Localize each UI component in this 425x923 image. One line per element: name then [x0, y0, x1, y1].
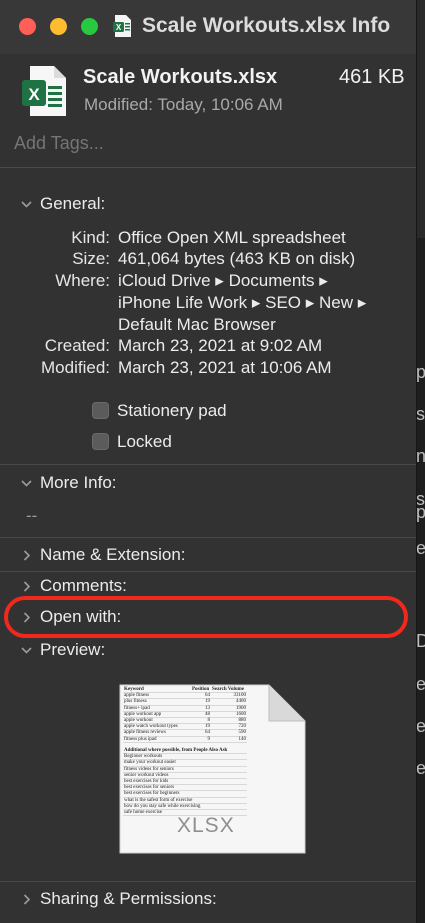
more-info-section-toggle[interactable]: More Info:: [0, 473, 416, 499]
created-row: Created: March 23, 2021 at 9:02 AM: [0, 336, 416, 358]
preview-section-toggle[interactable]: Preview:: [0, 640, 416, 666]
size-key: Size:: [72, 249, 110, 268]
where-row: Where: iCloud Drive ▸ Documents ▸: [0, 271, 416, 293]
chevron-right-icon: [23, 894, 31, 905]
title-bar[interactable]: X Scale Workouts.xlsx Info: [0, 0, 416, 54]
divider: [0, 464, 416, 465]
where-row-2: iPhone Life Work ▸ SEO ▸ New ▸: [0, 293, 416, 315]
divider: [0, 881, 416, 882]
zoom-button[interactable]: [81, 18, 98, 35]
bg-letter: e: [416, 758, 425, 778]
size-row: Size: 461,064 bytes (463 KB on disk): [0, 249, 416, 271]
divider: [0, 571, 416, 572]
name-extension-section-toggle[interactable]: Name & Extension:: [0, 545, 416, 571]
bg-letter: e: [416, 716, 425, 736]
bg-letter: D: [416, 631, 425, 651]
size-value: 461,064 bytes (463 KB on disk): [118, 249, 356, 268]
bg-letter: s: [416, 404, 425, 424]
excel-file-icon: X: [22, 66, 66, 116]
chevron-down-icon: [21, 647, 32, 654]
spreadsheet-preview: Keyword Position Search Volume apple fit…: [119, 684, 306, 854]
bg-letter: e: [416, 674, 425, 694]
file-preview: Keyword Position Search Volume apple fit…: [119, 684, 306, 854]
created-value: March 23, 2021 at 9:02 AM: [118, 336, 323, 355]
bg-letter: p: [416, 362, 425, 382]
file-type-label: XLSX: [177, 814, 235, 837]
where-key: Where:: [55, 271, 110, 290]
modified-value: March 23, 2021 at 10:06 AM: [118, 358, 332, 377]
chevron-down-icon: [21, 480, 32, 487]
modified-key: Modified:: [41, 358, 110, 377]
more-info-value: --: [26, 506, 38, 525]
comments-label: Comments:: [40, 576, 127, 595]
divider: [0, 537, 416, 538]
bg-letter: p: [416, 502, 425, 522]
bg-letter: e: [416, 538, 425, 558]
chevron-right-icon: [23, 550, 31, 561]
where-value-line3: Default Mac Browser: [118, 315, 276, 334]
svg-text:X: X: [116, 23, 122, 32]
window-title: Scale Workouts.xlsx Info: [142, 14, 391, 37]
general-label: General:: [40, 194, 106, 213]
file-name: Scale Workouts.xlsx: [83, 66, 278, 88]
open-with-highlight: [4, 596, 408, 638]
name-extension-label: Name & Extension:: [40, 545, 186, 564]
file-size: 461 KB: [339, 66, 405, 88]
sharing-label: Sharing & Permissions:: [40, 889, 217, 908]
where-value-line2: iPhone Life Work ▸ SEO ▸ New ▸: [118, 293, 367, 312]
sharing-section-toggle[interactable]: Sharing & Permissions:: [0, 889, 416, 915]
locked-checkbox[interactable]: [92, 433, 109, 450]
minimize-button[interactable]: [50, 18, 67, 35]
kind-row: Kind: Office Open XML spreadsheet: [0, 228, 416, 250]
more-info-label: More Info:: [40, 473, 117, 492]
stationery-pad-label: Stationery pad: [117, 401, 227, 420]
chevron-right-icon: [23, 581, 31, 592]
where-value-line1: iCloud Drive ▸ Documents ▸: [118, 271, 328, 290]
preview-label: Preview:: [40, 640, 106, 659]
preview-header-cell: Position: [191, 687, 211, 694]
preview-header-cell: Search Volume: [211, 687, 247, 694]
modified-date: Modified: Today, 10:06 AM: [84, 95, 283, 114]
kind-value: Office Open XML spreadsheet: [118, 228, 346, 247]
tags-area: [0, 125, 416, 168]
locked-label: Locked: [117, 432, 172, 451]
created-key: Created:: [44, 336, 110, 355]
bg-letter: n: [416, 446, 425, 466]
modified-row: Modified: March 23, 2021 at 10:06 AM: [0, 358, 416, 380]
svg-text:X: X: [28, 85, 40, 104]
tags-input[interactable]: [14, 133, 394, 154]
where-row-3: Default Mac Browser: [0, 315, 416, 337]
general-section-toggle[interactable]: General:: [0, 194, 416, 220]
stationery-pad-checkbox[interactable]: [92, 402, 109, 419]
kind-key: Kind:: [71, 228, 110, 247]
excel-doc-icon: X: [113, 15, 131, 37]
preview-table: Keyword Position Search Volume apple fit…: [123, 687, 247, 817]
info-window: X Scale Workouts.xlsx Info X Scale Worko…: [0, 0, 417, 923]
chevron-down-icon: [21, 201, 32, 208]
close-button[interactable]: [19, 18, 36, 35]
